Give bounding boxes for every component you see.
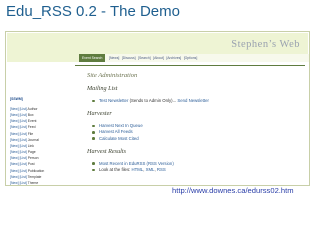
- test-newsletter-note: (Sends to Admin Only)...: [129, 98, 177, 103]
- sidebar-item-commands[interactable]: [New] [List]: [10, 156, 27, 160]
- divider: [75, 65, 305, 66]
- list-item: Look at the files: HTML, XML, RSS: [75, 167, 305, 173]
- sidebar-item-label: Theme: [27, 180, 39, 185]
- menu-item-event-search[interactable]: Event Search: [79, 54, 106, 62]
- admin-sidebar: [SSWM] [New] [List] Author [New] [List] B…: [10, 97, 72, 185]
- menu-item-options[interactable]: [Options]: [184, 56, 198, 60]
- sidebar-item-label: Event: [27, 119, 37, 124]
- sidebar-item-commands[interactable]: [New] [List]: [10, 138, 27, 142]
- mailing-list-heading: Mailing List: [87, 85, 118, 92]
- sidebar-item-label: Feed: [27, 125, 36, 130]
- sidebar-item-label: Publication: [27, 168, 45, 173]
- main-content: Site Administration Mailing List Test Ne…: [75, 65, 305, 173]
- sidebar-item-label: Journal: [27, 137, 39, 142]
- sidebar-item-commands[interactable]: [New] [List]: [10, 181, 27, 185]
- html-file-link[interactable]: HTML: [132, 167, 144, 172]
- list-item: Calculate Most Cited: [75, 136, 305, 142]
- sidebar-item: [New] [List] Theme: [10, 180, 72, 185]
- harvest-next-link[interactable]: Harvest Next In Queue: [99, 123, 143, 128]
- separator: ,: [154, 167, 156, 173]
- sidebar-item-label: Box: [27, 113, 34, 118]
- harvest-all-link[interactable]: Harvest All Feeds: [99, 129, 133, 134]
- sidebar-item-commands[interactable]: [New] [List]: [10, 150, 27, 154]
- bullet-icon: [92, 162, 95, 165]
- sidebar-item-commands[interactable]: [New] [List]: [10, 107, 27, 111]
- web-page-screenshot: Stephen’s Web Event Search [News] [Discu…: [5, 31, 310, 186]
- harvest-results-list: Most Recent in EduRSS (RSS Version) Look…: [75, 161, 305, 173]
- most-recent-link[interactable]: Most Recent in EduRSS (RSS Version): [99, 161, 174, 166]
- mailing-list: Test Newsletter (Sends to Admin Only)...…: [75, 98, 305, 104]
- menu-item-discuss[interactable]: [Discuss]: [122, 56, 136, 60]
- sidebar-item-label: Post: [27, 162, 35, 167]
- sidebar-item-commands[interactable]: [New] [List]: [10, 113, 27, 117]
- bullet-icon: [92, 124, 95, 128]
- test-newsletter-link[interactable]: Test Newsletter: [99, 98, 128, 103]
- harvester-heading: Harvester: [87, 110, 112, 118]
- sidebar-item-label: Person: [27, 156, 39, 161]
- sidebar-item-label: Link: [27, 143, 34, 148]
- sidebar-item-label: Author: [27, 107, 38, 111]
- sidebar-item-commands[interactable]: [New] [List]: [10, 144, 27, 148]
- harvest-results-heading: Harvest Results: [87, 147, 127, 155]
- menu-item-search[interactable]: [Search]: [138, 56, 151, 60]
- bullet-icon: [92, 99, 95, 103]
- sidebar-heading[interactable]: [SSWM]: [10, 97, 72, 101]
- sidebar-item-commands[interactable]: [New] [List]: [10, 169, 27, 173]
- list-item: Test Newsletter (Sends to Admin Only)...…: [75, 98, 305, 104]
- menu-bar: Event Search [News] [Discuss] [Search] […: [79, 54, 309, 62]
- sidebar-list: [New] [List] Author [New] [List] Box [New]…: [10, 106, 72, 185]
- page-title: Site Administration: [87, 72, 138, 79]
- sidebar-item-commands[interactable]: [New] [List]: [10, 132, 27, 136]
- bullet-icon: [92, 168, 95, 172]
- site-name: Stephen’s Web: [231, 39, 300, 50]
- calculate-most-cited-link[interactable]: Calculate Most Cited: [99, 136, 139, 141]
- harvester-list: Harvest Next In Queue Harvest All Feeds …: [75, 123, 305, 142]
- demo-url[interactable]: http://www.downes.ca/edurss02.htm: [172, 186, 294, 195]
- sidebar-item-commands[interactable]: [New] [List]: [10, 125, 27, 129]
- sidebar-item-label: File: [27, 131, 34, 136]
- separator: ,: [143, 167, 145, 173]
- menu-items: [News] [Discuss] [Search] [About] [Archi…: [109, 54, 199, 62]
- sidebar-item-label: Page: [27, 150, 36, 155]
- sidebar-item-commands[interactable]: [New] [List]: [10, 119, 27, 123]
- bullet-icon: [92, 131, 95, 134]
- site-banner: Stephen’s Web Event Search [News] [Discu…: [7, 33, 309, 62]
- send-newsletter-link[interactable]: Send Newsletter: [177, 98, 209, 103]
- sidebar-item-label: Template: [27, 174, 42, 179]
- slide-title: Edu_RSS 0.2 - The Demo: [6, 3, 180, 20]
- menu-item-about[interactable]: [About]: [153, 56, 164, 60]
- menu-item-archives[interactable]: [Archives]: [166, 56, 181, 60]
- menu-item-news[interactable]: [News]: [109, 56, 119, 60]
- sidebar-item-commands[interactable]: [New] [List]: [10, 162, 27, 166]
- bullet-icon: [92, 137, 95, 140]
- sidebar-item-commands[interactable]: [New] [List]: [10, 175, 27, 179]
- rss-file-link[interactable]: RSS: [157, 167, 166, 172]
- look-files-label: Look at the files:: [99, 167, 131, 173]
